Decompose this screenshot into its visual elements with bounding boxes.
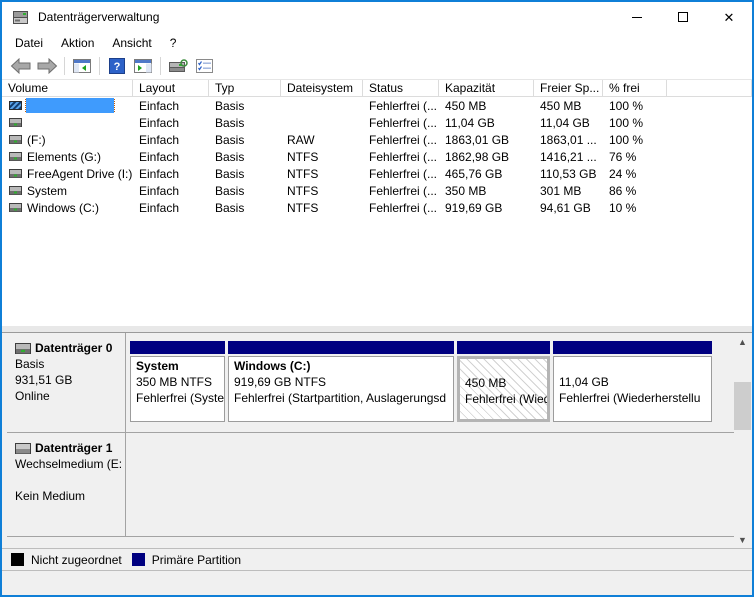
- selected-volume-highlight: [25, 98, 115, 113]
- partition-windows-c[interactable]: Windows (C:) 919,69 GB NTFS Fehlerfrei (…: [228, 341, 454, 432]
- primary-partition-swatch: [131, 553, 145, 566]
- unallocated-label: Nicht zugeordnet: [31, 552, 122, 567]
- volume-row[interactable]: Elements (G:) Einfach Basis NTFS Fehlerf…: [2, 148, 752, 165]
- disk-0-size: 931,51 GB: [15, 373, 73, 387]
- volume-row[interactable]: (F:) Einfach Basis RAW Fehlerfrei (... 1…: [2, 131, 752, 148]
- partition-recovery-11gb[interactable]: 11,04 GB Fehlerfrei (Wiederherstellu: [553, 341, 712, 432]
- volume-list-header: Volume Layout Typ Dateisystem Status Kap…: [2, 80, 752, 97]
- menu-ansicht[interactable]: Ansicht: [103, 34, 160, 52]
- minimize-button[interactable]: [614, 2, 660, 32]
- volume-icon-selected: [9, 101, 22, 110]
- minimize-icon: [632, 16, 642, 18]
- legend-primary-partition: Primäre Partition: [131, 552, 242, 567]
- back-arrow-icon: [10, 58, 31, 74]
- column-header-filler: [667, 80, 752, 97]
- column-header-volume[interactable]: Volume: [2, 80, 133, 97]
- pane-splitter[interactable]: [2, 325, 752, 333]
- disk-0-info[interactable]: Datenträger 0 Basis 931,51 GB Online: [7, 333, 126, 432]
- toolbar-separator: [64, 57, 65, 75]
- column-header-layout[interactable]: Layout: [133, 80, 209, 97]
- partition-recovery-450mb-selected[interactable]: 450 MB Fehlerfrei (Wied: [457, 341, 550, 432]
- action-pane-icon: [134, 59, 152, 73]
- disk-management-window: Datenträgerverwaltung ✕ Datei Aktion Ans…: [0, 0, 754, 597]
- forward-arrow-icon: [37, 58, 58, 74]
- column-header-kapazitaet[interactable]: Kapazität: [439, 80, 534, 97]
- primary-partition-band: [457, 341, 550, 354]
- disk-1-name: Datenträger 1: [35, 441, 113, 455]
- unallocated-swatch: [11, 553, 24, 566]
- volume-drive-icon: [9, 118, 22, 127]
- help-icon: ?: [109, 58, 125, 74]
- disk-0-type: Basis: [15, 357, 45, 371]
- action-pane-toggle-button[interactable]: [130, 55, 156, 77]
- scroll-down-icon[interactable]: ▼: [734, 531, 751, 548]
- forward-button[interactable]: [34, 55, 60, 77]
- disk-1-type: Wechselmedium (E:: [15, 457, 121, 471]
- status-bar: [2, 571, 752, 595]
- volume-drive-icon: [9, 203, 22, 212]
- close-icon: ✕: [723, 9, 735, 25]
- menu-aktion[interactable]: Aktion: [52, 34, 103, 52]
- window-title: Datenträgerverwaltung: [38, 10, 160, 24]
- console-tree-toggle-button[interactable]: [69, 55, 95, 77]
- legend-bar: Nicht zugeordnet Primäre Partition: [2, 548, 752, 571]
- app-disk-icon: [12, 9, 30, 25]
- toolbar-separator: [160, 57, 161, 75]
- disk-icon: [15, 342, 31, 354]
- back-button[interactable]: [8, 55, 34, 77]
- svg-text:?: ?: [114, 61, 121, 73]
- primary-partition-label: Primäre Partition: [151, 552, 242, 567]
- console-tree-icon: [73, 59, 91, 73]
- menu-bar: Datei Aktion Ansicht ?: [2, 32, 752, 53]
- primary-partition-band: [228, 341, 454, 354]
- toolbar-separator: [99, 57, 100, 75]
- column-header-status[interactable]: Status: [363, 80, 439, 97]
- menu-datei[interactable]: Datei: [6, 34, 52, 52]
- volume-row[interactable]: FreeAgent Drive (I:) Einfach Basis NTFS …: [2, 165, 752, 182]
- scrollbar-thumb[interactable]: [734, 382, 751, 430]
- primary-partition-band: [553, 341, 712, 354]
- column-header-freier-sp[interactable]: Freier Sp...: [534, 80, 603, 97]
- legend-unallocated: Nicht zugeordnet: [11, 553, 122, 567]
- disk-0-status: Online: [15, 389, 50, 403]
- graphical-view-pane: Datenträger 0 Basis 931,51 GB Online Sys…: [2, 333, 752, 548]
- disk-1-info[interactable]: Datenträger 1 Wechselmedium (E: Kein Med…: [7, 433, 126, 536]
- volume-drive-icon: [9, 169, 22, 178]
- maximize-icon: [678, 12, 688, 22]
- primary-partition-band: [130, 341, 225, 354]
- volume-drive-icon: [9, 135, 22, 144]
- disk-1-row: Datenträger 1 Wechselmedium (E: Kein Med…: [7, 433, 734, 537]
- toolbar: ?: [2, 53, 752, 80]
- disk-icon: [15, 442, 31, 454]
- vertical-scrollbar[interactable]: ▲ ▼: [734, 333, 751, 548]
- menu-hilfe[interactable]: ?: [161, 34, 186, 52]
- disk-1-empty-area[interactable]: [126, 433, 734, 536]
- disk-0-row: Datenträger 0 Basis 931,51 GB Online Sys…: [7, 333, 734, 433]
- volume-drive-icon: [9, 152, 22, 161]
- disk-console-button[interactable]: [165, 55, 191, 77]
- column-options-button[interactable]: [191, 55, 217, 77]
- title-bar: Datenträgerverwaltung ✕: [2, 2, 752, 32]
- column-header-typ[interactable]: Typ: [209, 80, 281, 97]
- maximize-button[interactable]: [660, 2, 706, 32]
- scroll-up-icon[interactable]: ▲: [734, 333, 751, 350]
- partition-system[interactable]: System 350 MB NTFS Fehlerfrei (Syste: [130, 341, 225, 432]
- disk-1-status: Kein Medium: [15, 489, 86, 503]
- help-button[interactable]: ?: [104, 55, 130, 77]
- close-button[interactable]: ✕: [706, 2, 752, 32]
- volume-list: Volume Layout Typ Dateisystem Status Kap…: [2, 80, 752, 325]
- column-header-dateisystem[interactable]: Dateisystem: [281, 80, 363, 97]
- column-header-pct-frei[interactable]: % frei: [603, 80, 667, 97]
- column-options-icon: [195, 59, 213, 73]
- volume-row[interactable]: Einfach Basis Fehlerfrei (... 450 MB 450…: [2, 97, 752, 114]
- disk-console-icon: [169, 59, 188, 72]
- disk-0-name: Datenträger 0: [35, 341, 113, 355]
- disk-0-partitions: System 350 MB NTFS Fehlerfrei (Syste Win…: [126, 333, 712, 432]
- volume-row[interactable]: Windows (C:) Einfach Basis NTFS Fehlerfr…: [2, 199, 752, 216]
- volume-row[interactable]: Einfach Basis Fehlerfrei (... 11,04 GB 1…: [2, 114, 752, 131]
- volume-drive-icon: [9, 186, 22, 195]
- volume-row[interactable]: System Einfach Basis NTFS Fehlerfrei (..…: [2, 182, 752, 199]
